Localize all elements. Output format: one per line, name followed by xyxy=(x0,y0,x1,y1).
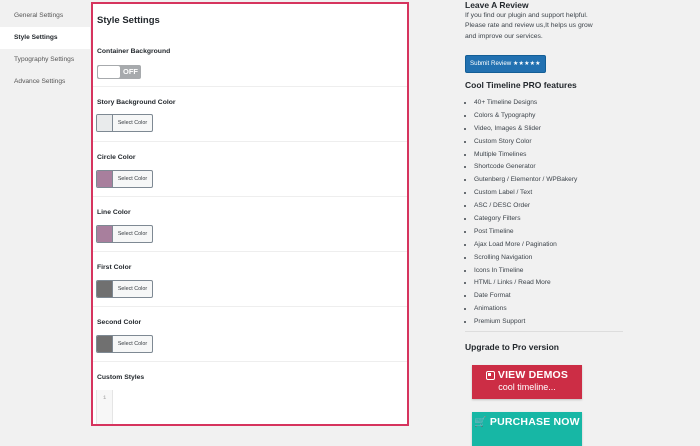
panel-title: Style Settings xyxy=(97,15,160,26)
features-list: 40+ Timeline Designs Colors & Typography… xyxy=(465,97,634,329)
line-number: 1 xyxy=(103,394,107,401)
field-label: Line Color xyxy=(97,209,131,216)
feature-item: ASC / DESC Order xyxy=(474,200,634,213)
color-swatch xyxy=(97,226,113,242)
first-color-field: First Color Select Color xyxy=(93,251,407,307)
feature-item: Post Timeline xyxy=(474,226,634,239)
color-swatch xyxy=(97,115,113,131)
window-icon xyxy=(485,370,495,380)
features-title: Cool Timeline PRO features xyxy=(465,80,577,90)
story-background-color-field: Story Background Color Select Color xyxy=(93,86,407,142)
line-color-picker[interactable]: Select Color xyxy=(96,225,153,243)
feature-item: Date Format xyxy=(474,290,634,303)
circle-color-field: Circle Color Select Color xyxy=(93,141,407,197)
feature-item: Multiple Timelines xyxy=(474,149,634,162)
second-color-field: Second Color Select Color xyxy=(93,306,407,362)
select-color-label: Select Color xyxy=(117,341,148,347)
nav-typography-settings[interactable]: Typography Settings xyxy=(0,49,90,71)
review-text: If you find our plugin and support helpf… xyxy=(465,12,593,40)
view-demos-banner[interactable]: VIEW DEMOS cool timeline... xyxy=(472,365,582,399)
upgrade-title: Upgrade to Pro version xyxy=(465,342,559,352)
purchase-now-banner[interactable]: 🛒 PURCHASE NOW xyxy=(472,412,582,446)
feature-item: Animations xyxy=(474,303,634,316)
color-swatch xyxy=(97,171,113,187)
second-color-picker[interactable]: Select Color xyxy=(96,335,153,353)
field-label: Circle Color xyxy=(97,154,136,161)
feature-item: Custom Story Color xyxy=(474,136,634,149)
style-settings-panel: Style Settings Container Background OFF … xyxy=(91,2,409,426)
field-label: Story Background Color xyxy=(97,99,176,106)
view-demos-label: VIEW DEMOS xyxy=(497,369,569,381)
first-color-picker[interactable]: Select Color xyxy=(96,280,153,298)
feature-item: Premium Support xyxy=(474,316,634,329)
settings-nav: General Settings Style Settings Typograp… xyxy=(0,0,90,93)
nav-general-settings[interactable]: General Settings xyxy=(0,5,90,27)
nav-style-settings[interactable]: Style Settings xyxy=(0,27,90,49)
feature-item: Shortcode Generator xyxy=(474,161,634,174)
toggle-state-text: OFF xyxy=(123,67,138,76)
field-label: First Color xyxy=(97,264,132,271)
select-color-label: Select Color xyxy=(117,286,148,292)
container-background-field: Container Background OFF xyxy=(93,39,407,87)
cart-icon: 🛒 xyxy=(474,416,487,428)
line-color-field: Line Color Select Color xyxy=(93,196,407,252)
feature-item: HTML / Links / Read More xyxy=(474,277,634,290)
view-demos-sublabel: cool timeline... xyxy=(498,382,556,392)
feature-item: Icons In Timeline xyxy=(474,265,634,278)
select-color-label: Select Color xyxy=(117,231,148,237)
field-label: Second Color xyxy=(97,319,142,326)
feature-item: 40+ Timeline Designs xyxy=(474,97,634,110)
story-background-color-picker[interactable]: Select Color xyxy=(96,114,153,132)
submit-review-button[interactable]: Submit Review ★★★★★ xyxy=(465,55,546,73)
select-color-label: Select Color xyxy=(117,120,148,126)
feature-item: Colors & Typography xyxy=(474,110,634,123)
field-label: Container Background xyxy=(97,48,171,55)
custom-styles-editor[interactable]: 1 xyxy=(96,390,403,424)
feature-item: Ajax Load More / Pagination xyxy=(474,239,634,252)
feature-item: Video, Images & Slider xyxy=(474,123,634,136)
color-swatch xyxy=(97,281,113,297)
feature-item: Scrolling Navigation xyxy=(474,252,634,265)
feature-item: Gutenberg / Elementor / WPBakery xyxy=(474,174,634,187)
feature-item: Category Filters xyxy=(474,213,634,226)
divider xyxy=(465,331,623,332)
custom-styles-label: Custom Styles xyxy=(97,374,145,381)
circle-color-picker[interactable]: Select Color xyxy=(96,170,153,188)
container-background-toggle[interactable]: OFF xyxy=(97,65,141,79)
purchase-now-label: PURCHASE NOW xyxy=(489,416,580,428)
color-swatch xyxy=(97,336,113,352)
toggle-knob xyxy=(98,66,120,78)
select-color-label: Select Color xyxy=(117,176,148,182)
nav-advance-settings[interactable]: Advance Settings xyxy=(0,71,90,93)
feature-item: Custom Label / Text xyxy=(474,187,634,200)
review-title: Leave A Review xyxy=(465,0,529,10)
